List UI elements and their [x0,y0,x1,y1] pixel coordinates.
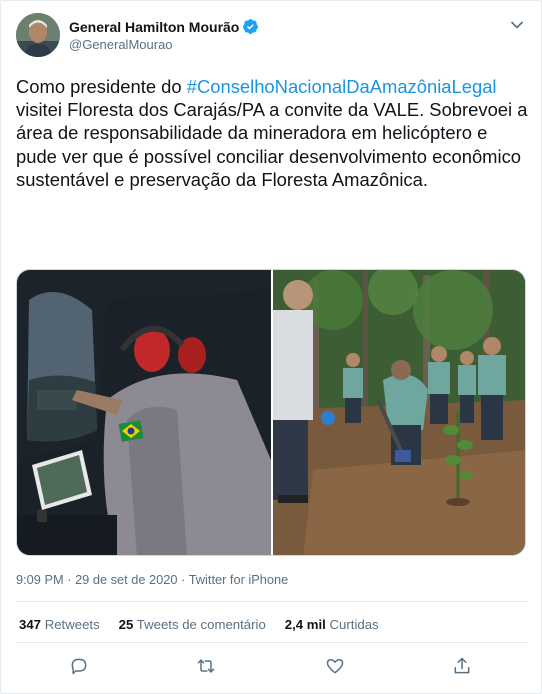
tweet-stats: 347 Retweets 25 Tweets de comentário 2,4… [19,617,398,632]
divider [16,601,528,602]
comments-count: 25 [118,617,134,632]
action-bar [1,651,542,681]
retweets-stat[interactable]: 347 Retweets [19,617,100,632]
likes-count: 2,4 mil [284,617,326,632]
meta-separator: · [181,572,186,587]
reply-icon[interactable] [64,651,94,681]
meta-separator: · [67,572,72,587]
tree-planting-photo[interactable] [273,270,525,555]
hashtag-link[interactable]: #ConselhoNacionalDaAmazôniaLegal [187,76,497,97]
likes-stat[interactable]: 2,4 mil Curtidas [285,617,379,632]
tweet-date[interactable]: 29 de set de 2020 [75,572,177,587]
divider [16,642,528,643]
retweets-count: 347 [19,617,42,632]
chevron-down-icon[interactable] [507,15,527,35]
comments-label: Tweets de comentário [136,617,266,632]
tweet-time[interactable]: 9:09 PM [16,572,64,587]
media-gallery [16,269,526,556]
retweets-label: Retweets [44,617,100,632]
avatar[interactable] [16,13,60,57]
tweet-text-before: Como presidente do [16,76,187,97]
tweet-source[interactable]: Twitter for iPhone [189,572,289,587]
retweet-icon[interactable] [191,651,221,681]
tweet-meta: 9:09 PM · 29 de set de 2020 · Twitter fo… [16,572,288,587]
comments-stat[interactable]: 25 Tweets de comentário [119,617,266,632]
tweet-card: General Hamilton Mourão @GeneralMourao C… [0,0,542,694]
author-name-row: General Hamilton Mourão [69,18,259,35]
tweet-text-after: visitei Floresta dos Carajás/PA a convit… [16,99,528,190]
like-icon[interactable] [320,651,350,681]
author-handle[interactable]: @GeneralMourao [69,37,173,52]
tweet-text: Como presidente do #ConselhoNacionalDaAm… [16,75,528,191]
likes-label: Curtidas [329,617,379,632]
author-name[interactable]: General Hamilton Mourão [69,19,239,35]
helicopter-photo[interactable] [17,270,271,555]
share-icon[interactable] [447,651,477,681]
tweet-header: General Hamilton Mourão @GeneralMourao [16,13,531,59]
verified-badge-icon [243,19,259,34]
